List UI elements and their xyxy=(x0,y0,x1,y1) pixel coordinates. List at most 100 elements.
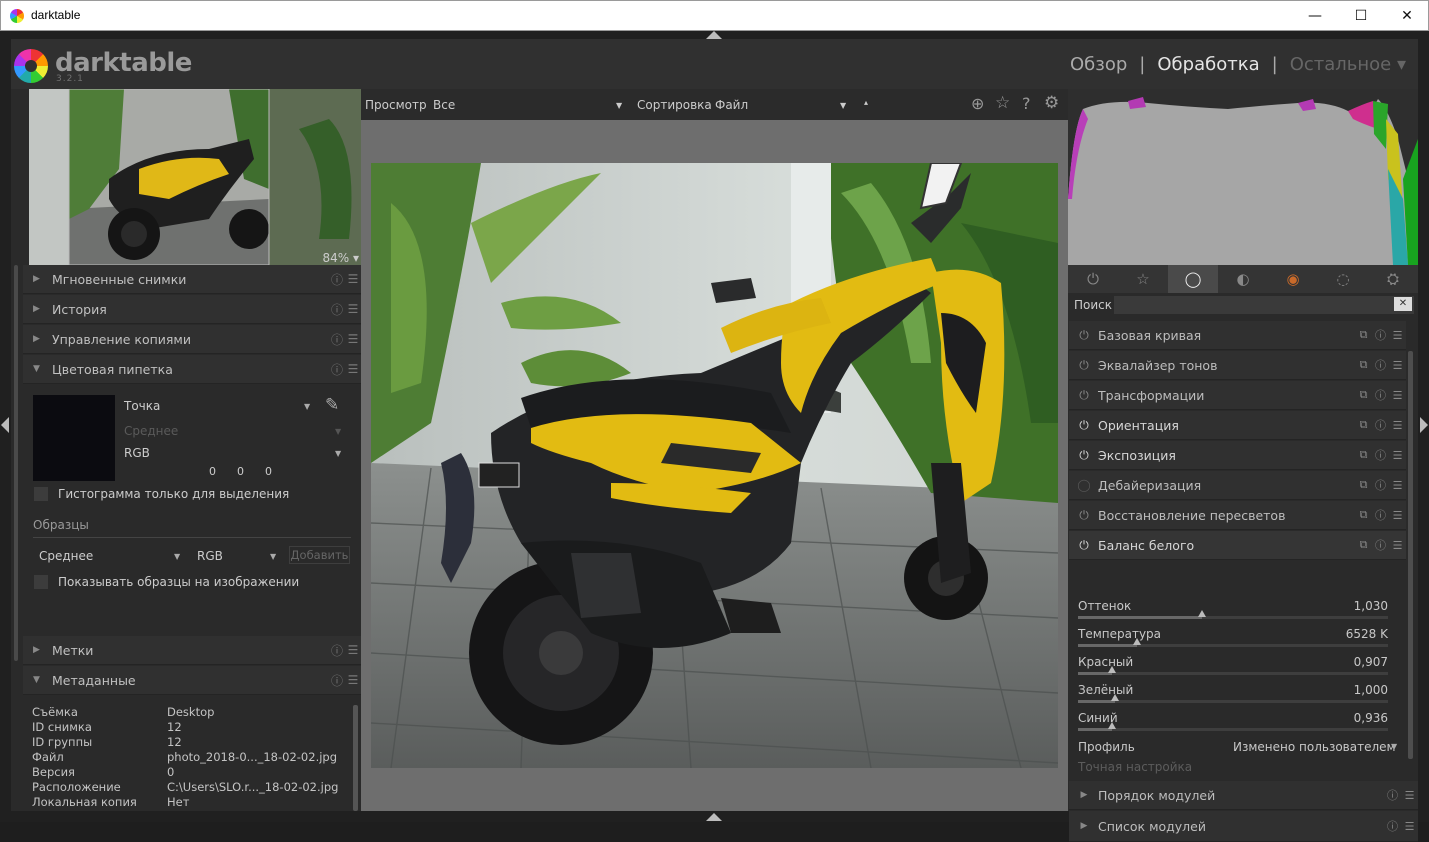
blue-slider[interactable]: Синий 0,936 xyxy=(1078,709,1388,737)
presets-menu-icon[interactable]: ☰ xyxy=(345,332,361,346)
left-panel-toggle-icon[interactable] xyxy=(1,417,9,433)
view-other-dropdown[interactable]: Остальное ▾ xyxy=(1290,54,1406,75)
power-icon[interactable]: ⏻ xyxy=(1076,508,1092,523)
module-list[interactable]: ▶ Список модулей ⓘ ☰ xyxy=(1069,811,1418,842)
reset-icon[interactable]: ⓘ xyxy=(1372,357,1389,373)
slider-handle[interactable] xyxy=(1108,722,1117,729)
tab-effect[interactable]: ⛭ xyxy=(1368,265,1418,293)
module-exposure[interactable]: ⏻ Экспозиция ⧉ ⓘ ☰ xyxy=(1069,441,1406,470)
picker-mode-select[interactable]: Точка xyxy=(124,399,160,413)
reset-icon[interactable]: ⓘ xyxy=(329,301,345,318)
tab-favorites[interactable]: ☆ xyxy=(1118,265,1168,293)
module-color-picker[interactable]: ▼ Цветовая пипетка ⓘ ☰ xyxy=(23,355,361,384)
tab-active-modules[interactable]: ⏻ xyxy=(1068,265,1118,293)
module-white-balance[interactable]: ⏻ Баланс белого ⧉ ⓘ ☰ xyxy=(1069,531,1406,560)
reset-icon[interactable]: ⓘ xyxy=(1372,327,1389,343)
picker-color-space-select[interactable]: RGB xyxy=(124,446,150,460)
multi-instance-icon[interactable]: ⧉ xyxy=(1355,538,1372,552)
reset-icon[interactable]: ⓘ xyxy=(329,672,345,689)
reset-icon[interactable]: ⓘ xyxy=(1372,537,1389,553)
reset-icon[interactable]: ⓘ xyxy=(1372,417,1389,433)
help-icon[interactable]: ? xyxy=(1022,94,1031,113)
maximize-button[interactable]: ☐ xyxy=(1338,1,1384,31)
multi-instance-icon[interactable]: ⧉ xyxy=(1355,478,1372,492)
profile-select[interactable]: Изменено пользователем xyxy=(1233,740,1396,754)
reset-icon[interactable]: ⓘ xyxy=(1372,477,1389,493)
power-icon[interactable]: ⏻ xyxy=(1076,328,1092,343)
slider-handle[interactable] xyxy=(1111,694,1120,701)
presets-menu-icon[interactable]: ☰ xyxy=(345,673,361,687)
navigation-thumbnail[interactable]: 84% ▾ xyxy=(29,89,361,265)
power-icon[interactable]: ⏻ xyxy=(1076,448,1092,463)
view-lighttable[interactable]: Обзор xyxy=(1070,54,1127,75)
grouping-icon[interactable]: ⊕ xyxy=(971,94,984,113)
tab-tone[interactable]: ◐ xyxy=(1218,265,1268,293)
reset-icon[interactable]: ⓘ xyxy=(329,331,345,348)
close-button[interactable]: ✕ xyxy=(1384,1,1429,31)
presets-menu-icon[interactable]: ☰ xyxy=(1389,449,1406,462)
module-snapshots[interactable]: ▶ Мгновенные снимки ⓘ ☰ xyxy=(23,265,361,294)
tab-basic[interactable]: ◯ xyxy=(1168,265,1218,293)
power-icon[interactable]: ⏻ xyxy=(1076,538,1092,553)
reset-icon[interactable]: ⓘ xyxy=(1372,507,1389,523)
reset-icon[interactable]: ⓘ xyxy=(1384,787,1401,803)
histogram[interactable] xyxy=(1068,89,1418,265)
sample-statistic-select[interactable]: Среднее xyxy=(39,549,93,563)
sort-direction-toggle[interactable]: ▴ xyxy=(864,98,868,107)
power-icon[interactable]: ⏻ xyxy=(1076,358,1092,373)
tab-color[interactable]: ◉ xyxy=(1268,265,1318,293)
red-slider[interactable]: Красный 0,907 xyxy=(1078,653,1388,681)
multi-instance-icon[interactable]: ⧉ xyxy=(1355,328,1372,342)
module-order[interactable]: ▶ Порядок модулей ⓘ ☰ xyxy=(1069,781,1418,810)
presets-menu-icon[interactable]: ☰ xyxy=(345,302,361,316)
main-image[interactable] xyxy=(371,163,1058,768)
show-samples-checkbox[interactable] xyxy=(33,574,49,590)
green-slider[interactable]: Зелёный 1,000 xyxy=(1078,681,1388,709)
top-panel-toggle-icon[interactable] xyxy=(706,31,722,39)
picker-statistic-select[interactable]: Среднее xyxy=(124,424,178,438)
reset-icon[interactable]: ⓘ xyxy=(329,642,345,659)
presets-menu-icon[interactable]: ☰ xyxy=(1389,359,1406,372)
multi-instance-icon[interactable]: ⧉ xyxy=(1355,448,1372,462)
power-icon[interactable]: ⏻ xyxy=(1076,418,1092,433)
module-duplicate-manager[interactable]: ▶ Управление копиями ⓘ ☰ xyxy=(23,325,361,354)
slider-handle[interactable] xyxy=(1132,638,1141,645)
multi-instance-icon[interactable]: ⧉ xyxy=(1355,388,1372,402)
view-darkroom[interactable]: Обработка xyxy=(1157,54,1259,75)
presets-menu-icon[interactable]: ☰ xyxy=(345,362,361,376)
presets-menu-icon[interactable]: ☰ xyxy=(1389,329,1406,342)
right-panel-scrollbar[interactable] xyxy=(1408,351,1413,759)
reset-icon[interactable]: ⓘ xyxy=(1384,818,1401,834)
slider-handle[interactable] xyxy=(1108,666,1117,673)
left-panel-scrollbar[interactable] xyxy=(14,265,18,661)
power-icon[interactable]: ⏻ xyxy=(1076,388,1092,403)
tab-correct[interactable]: ◌ xyxy=(1318,265,1368,293)
tint-slider[interactable]: Оттенок 1,030 xyxy=(1078,597,1388,625)
module-tone-equalizer[interactable]: ⏻ Эквалайзер тонов ⧉ ⓘ ☰ xyxy=(1069,351,1406,380)
sort-select[interactable]: Файл xyxy=(715,98,748,112)
view-filter-select[interactable]: Все xyxy=(433,98,455,112)
metadata-scrollbar[interactable] xyxy=(353,705,358,811)
multi-instance-icon[interactable]: ⧉ xyxy=(1355,418,1372,432)
module-highlight-reconstruction[interactable]: ⏻ Восстановление пересветов ⧉ ⓘ ☰ xyxy=(1069,501,1406,530)
temperature-slider[interactable]: Температура 6528 K xyxy=(1078,625,1388,653)
presets-menu-icon[interactable]: ☰ xyxy=(1389,509,1406,522)
histogram-only-checkbox[interactable] xyxy=(33,486,49,502)
right-panel-toggle-icon[interactable] xyxy=(1420,417,1428,433)
presets-menu-icon[interactable]: ☰ xyxy=(1389,539,1406,552)
module-metadata[interactable]: ▼ Метаданные ⓘ ☰ xyxy=(23,666,361,695)
module-base-curve[interactable]: ⏻ Базовая кривая ⧉ ⓘ ☰ xyxy=(1069,321,1406,350)
module-orientation[interactable]: ⏻ Ориентация ⧉ ⓘ ☰ xyxy=(1069,411,1406,440)
multi-instance-icon[interactable]: ⧉ xyxy=(1355,358,1372,372)
presets-menu-icon[interactable]: ☰ xyxy=(1401,789,1418,802)
reset-icon[interactable]: ⓘ xyxy=(1372,447,1389,463)
star-icon[interactable]: ☆ xyxy=(995,93,1010,113)
zoom-level[interactable]: 84% ▾ xyxy=(322,251,359,265)
presets-menu-icon[interactable]: ☰ xyxy=(1401,820,1418,833)
multi-instance-icon[interactable]: ⧉ xyxy=(1355,508,1372,522)
reset-icon[interactable]: ⓘ xyxy=(329,361,345,378)
gear-icon[interactable]: ⚙ xyxy=(1044,93,1059,113)
reset-icon[interactable]: ⓘ xyxy=(1372,387,1389,403)
search-input[interactable] xyxy=(1114,296,1414,314)
presets-menu-icon[interactable]: ☰ xyxy=(1389,389,1406,402)
